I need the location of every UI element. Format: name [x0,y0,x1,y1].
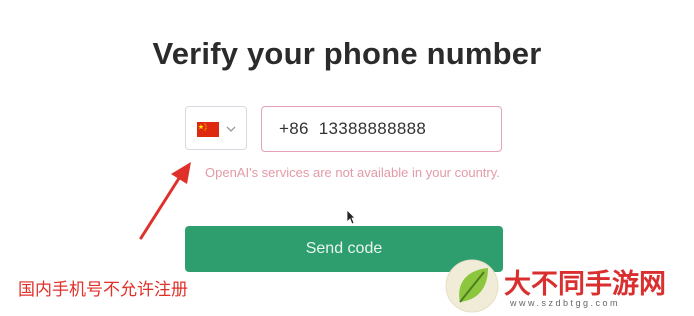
error-message: OpenAI's services are not available in y… [205,165,500,180]
watermark-brand: 大不同手游网 [504,269,666,300]
leaf-logo-icon [445,259,499,313]
phone-number-value: +86 13388888888 [279,119,427,138]
red-arrow-annotation-icon [139,162,191,240]
chevron-down-icon [226,126,236,132]
mouse-cursor-icon [346,209,356,225]
china-flag-icon [197,122,219,137]
page-title: Verify your phone number [152,36,542,71]
watermark: 大不同手游网 www.szdbtgg.com [444,256,694,316]
watermark-url: www.szdbtgg.com [510,298,621,308]
annotation-text: 国内手机号不允许注册 [18,280,188,300]
phone-number-input[interactable]: +86 13388888888 [261,106,502,152]
country-code-select[interactable] [185,106,247,150]
